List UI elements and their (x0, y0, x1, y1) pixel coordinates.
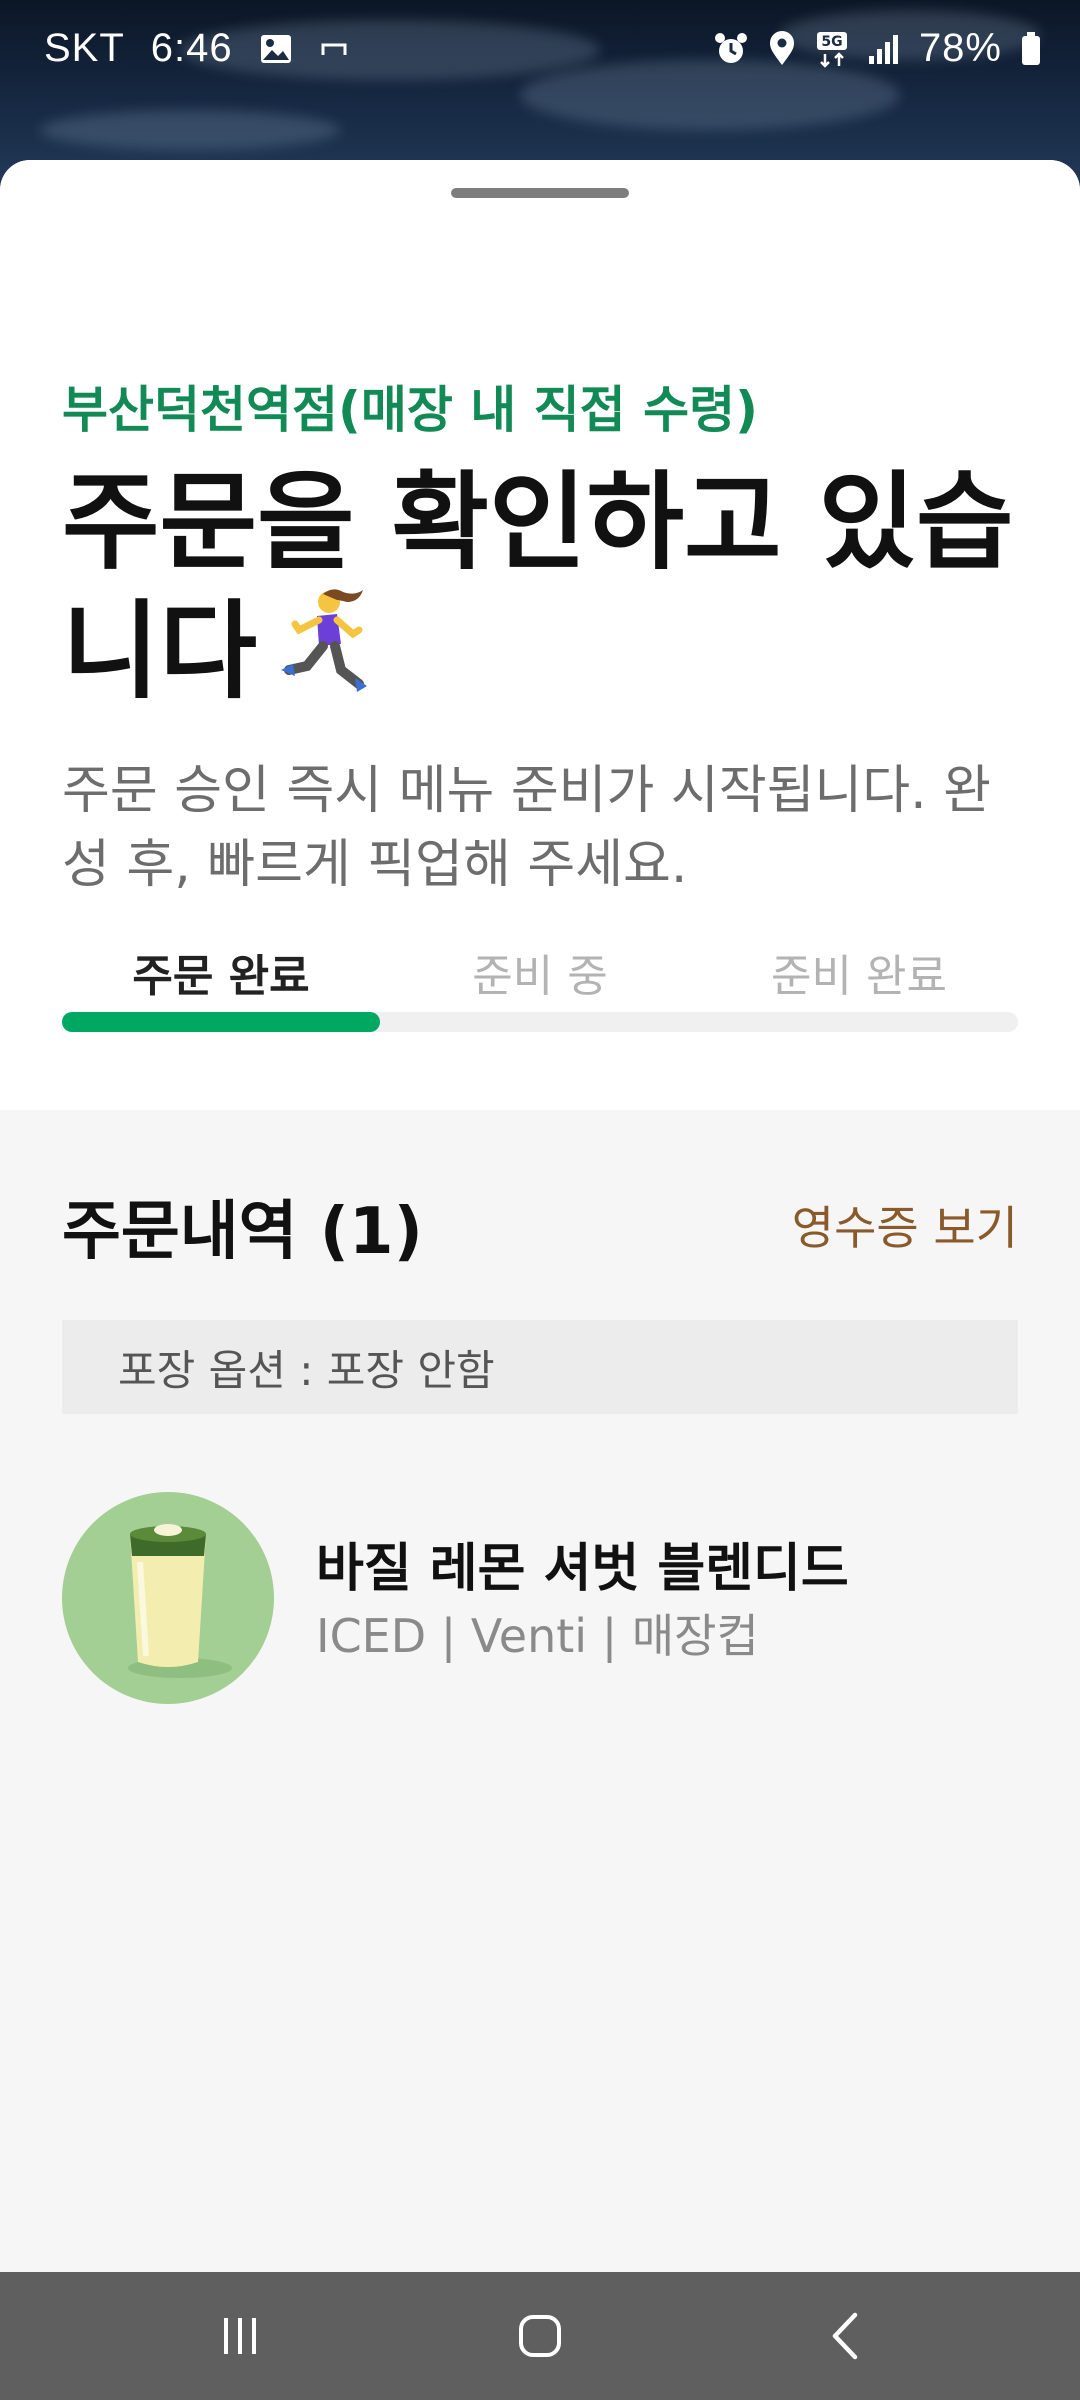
store-name: 부산덕천역점(매장 내 직접 수령) (62, 381, 758, 439)
order-history-title: 주문내역 (1) (62, 1195, 423, 1269)
navigation-bar (0, 2272, 1080, 2400)
step-ready: 준비 완료 (771, 951, 947, 1002)
home-button[interactable] (440, 2272, 640, 2400)
progress-track (62, 1012, 1018, 1032)
step-order-complete: 주문 완료 (132, 951, 310, 1002)
drag-handle[interactable] (451, 188, 629, 198)
alarm-icon (713, 31, 749, 67)
battery-icon (1020, 31, 1042, 67)
status-description: 주문 승인 즉시 메뉴 준비가 시작됩니다. 완성 후, 빠르게 픽업해 주세요… (62, 761, 991, 895)
progress-steps: 주문 완료 준비 중 준비 완료 (62, 940, 1018, 1002)
order-item[interactable]: 바질 레몬 셔벗 블렌디드 ICED | Venti | 매장컵 (62, 1492, 1018, 1706)
home-icon (519, 2315, 561, 2357)
signal-icon (867, 32, 901, 66)
step-preparing: 준비 중 (472, 951, 608, 1002)
item-name: 바질 레몬 셔벗 블렌디드 (316, 1539, 849, 1599)
drink-thumbnail (62, 1492, 274, 1704)
order-status-panel: 부산덕천역점(매장 내 직접 수령) 주문을 확인하고 있습니다 주문 승인 즉… (0, 160, 1080, 1110)
location-icon (767, 30, 797, 67)
packaging-option-text: 포장 옵션 : 포장 안함 (118, 1345, 495, 1395)
carrier-label: SKT (44, 26, 125, 70)
running-woman-icon (267, 586, 368, 723)
order-status-sheet: 부산덕천역점(매장 내 직접 수령) 주문을 확인하고 있습니다 주문 승인 즉… (0, 160, 1080, 2272)
iced-drink-icon (128, 1524, 232, 1678)
clock: 6:46 (150, 26, 233, 70)
page-title: 주문을 확인하고 있습니다 (62, 460, 1022, 723)
svg-text:5G: 5G (821, 34, 842, 50)
status-bar: SKT 6:46 5G 78% (0, 0, 1080, 100)
back-icon (832, 2312, 858, 2360)
back-button[interactable] (745, 2272, 945, 2400)
battery-percent: 78% (918, 26, 1002, 70)
5g-icon: 5G (815, 30, 849, 68)
packaging-option-box: 포장 옵션 : 포장 안함 (62, 1320, 1018, 1414)
progress-fill (62, 1012, 381, 1032)
minus-icon (319, 37, 349, 61)
gallery-icon (259, 32, 293, 66)
headline-text: 주문을 확인하고 있습니다 (62, 461, 1014, 713)
recent-apps-button[interactable] (140, 2272, 340, 2400)
recent-apps-icon (224, 2318, 256, 2354)
item-options: ICED | Venti | 매장컵 (316, 1609, 759, 1663)
view-receipt-link[interactable]: 영수증 보기 (792, 1192, 1018, 1258)
